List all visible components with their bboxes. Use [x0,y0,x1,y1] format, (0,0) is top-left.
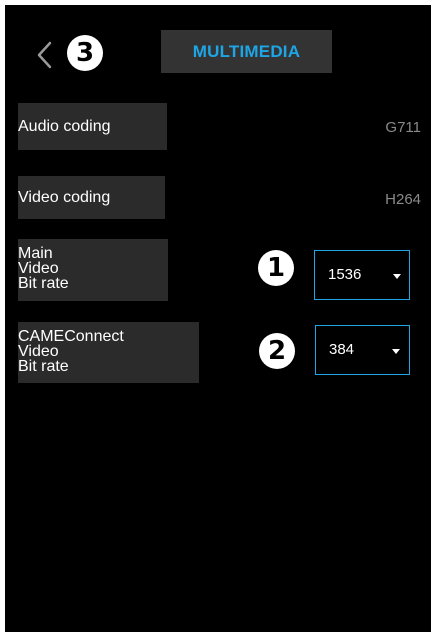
main-bitrate-label-line-1: Main [18,245,53,262]
cameconnect-bitrate-dropdown[interactable]: 384 [315,325,410,375]
came-bitrate-label-line-1: CAMEConnect [18,328,124,345]
chevron-left-icon [37,41,52,69]
audio-coding-label-box: Audio coding [18,103,167,150]
back-button[interactable] [33,37,57,73]
audio-coding-value: G711 [385,119,421,136]
main-bitrate-label-line-2: Video [18,260,59,277]
step-callout-2: 2 [259,333,295,369]
step-callout-3: 3 [67,35,103,71]
main-bitrate-label-line-3: Bit rate [18,275,69,292]
main-video-bitrate-label-box: Main Video Bit rate [18,239,168,301]
page-title-box: MULTIMEDIA [161,30,332,73]
came-bitrate-selected-value: 384 [329,341,355,358]
audio-coding-label: Audio coding [18,117,111,135]
video-coding-value: H264 [385,191,421,208]
main-bitrate-selected-value: 1536 [328,266,362,283]
main-bitrate-dropdown[interactable]: 1536 [314,250,410,300]
came-bitrate-label-line-3: Bit rate [18,358,69,375]
video-coding-label-box: Video coding [18,176,165,219]
step-callout-1: 1 [258,250,294,286]
cameconnect-video-bitrate-label-box: CAMEConnect Video Bit rate [18,322,199,383]
caret-down-icon [392,349,400,354]
video-coding-label: Video coding [18,188,111,206]
came-bitrate-label-line-2: Video [18,343,59,360]
caret-down-icon [393,274,401,279]
page-title: MULTIMEDIA [192,41,301,61]
multimedia-screen: 3 MULTIMEDIA Audio coding G711 Video cod… [5,5,431,632]
